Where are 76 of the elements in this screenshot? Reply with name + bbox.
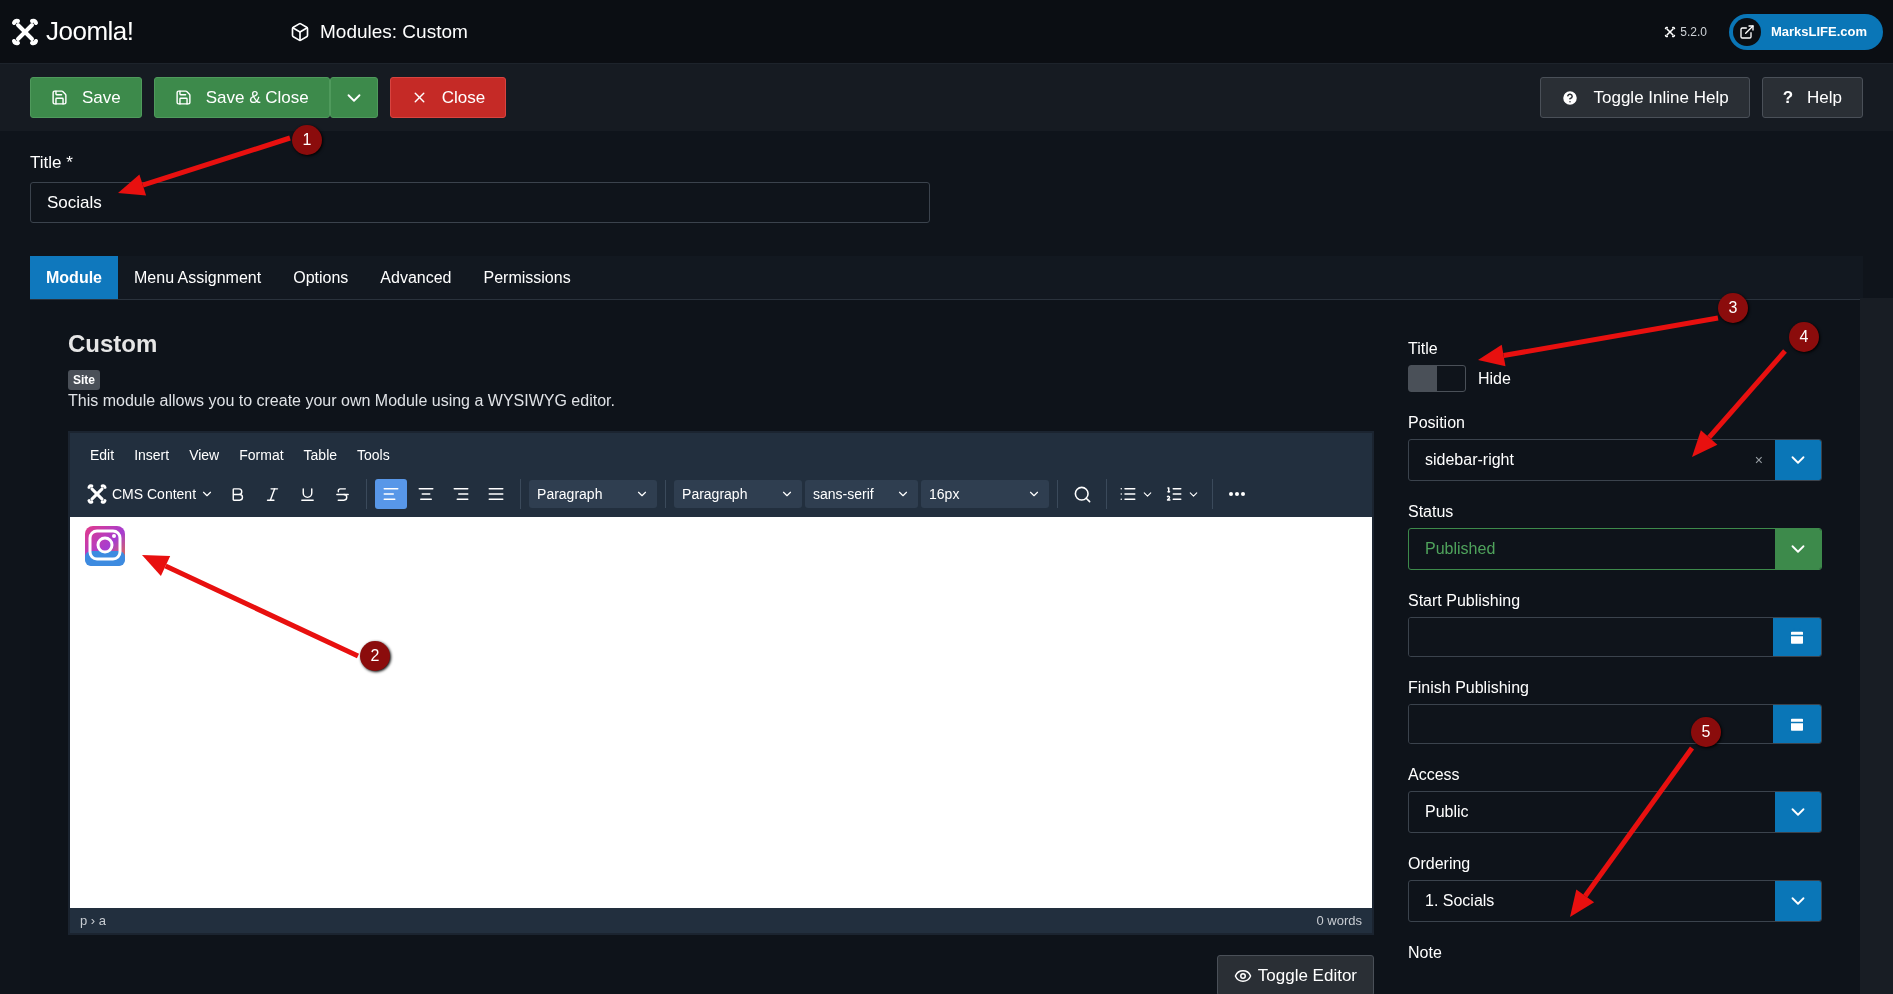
field-label: Access xyxy=(1408,766,1461,784)
step-marker: 1 xyxy=(292,125,322,155)
switch-label: Hide xyxy=(1478,369,1511,388)
word-count: 0 words xyxy=(1316,913,1362,928)
date-field[interactable] xyxy=(1408,704,1822,744)
format-select[interactable]: 16px xyxy=(921,480,1050,508)
field-label: Ordering xyxy=(1408,855,1472,873)
select-field[interactable]: Published xyxy=(1408,528,1822,570)
search-icon xyxy=(1072,484,1092,504)
menu-item[interactable]: Format xyxy=(231,443,292,467)
underline-icon xyxy=(298,485,316,503)
select-field[interactable]: 1. Socials xyxy=(1408,880,1822,922)
format-select[interactable]: sans-serif xyxy=(805,480,919,508)
toggle-editor-button[interactable]: Toggle Editor xyxy=(1216,955,1374,994)
help-button[interactable]: ? Help xyxy=(1761,77,1863,118)
align-justify-icon xyxy=(487,485,506,503)
module-heading: Custom xyxy=(68,330,159,358)
menu-item[interactable]: Insert xyxy=(126,443,178,467)
field-label: Start Publishing xyxy=(1408,592,1522,610)
date-field[interactable] xyxy=(1408,617,1822,657)
instagram-icon xyxy=(84,525,126,567)
save-icon xyxy=(51,89,68,106)
numbered-list-icon xyxy=(1165,485,1184,503)
field-label: Position xyxy=(1408,414,1466,432)
menu-item[interactable]: Tools xyxy=(349,443,398,467)
tab[interactable]: Permissions xyxy=(467,256,587,299)
field-label: Title xyxy=(1408,340,1439,358)
joomla-logo-icon xyxy=(1664,25,1677,38)
align-left-icon xyxy=(382,485,401,503)
toggle-switch[interactable] xyxy=(1408,365,1466,392)
element-path: p › a xyxy=(80,913,106,928)
align-right-icon xyxy=(452,485,471,503)
select-field[interactable]: Public xyxy=(1408,791,1822,833)
bullet-list-icon xyxy=(1119,485,1138,503)
save-icon xyxy=(174,89,192,106)
cms-content-button[interactable]: CMS Content xyxy=(82,479,219,509)
more-icon xyxy=(1229,492,1246,496)
tab[interactable]: Module xyxy=(30,256,118,299)
tab[interactable]: Advanced xyxy=(364,256,468,299)
module-description: This module allows you to create your own Module using a WYSIWYG editor. xyxy=(68,392,616,410)
menu-item[interactable]: Table xyxy=(295,443,346,467)
site-badge: Site xyxy=(68,370,100,390)
strike-icon xyxy=(333,485,351,503)
calendar-icon xyxy=(1788,715,1806,733)
save-close-button[interactable]: Save & Close xyxy=(153,77,330,118)
close-button[interactable]: Close xyxy=(389,77,507,118)
joomla-logo-icon xyxy=(10,16,40,47)
save-button[interactable]: Save xyxy=(30,77,142,118)
field-label: Finish Publishing xyxy=(1408,679,1530,697)
menu-item[interactable]: View xyxy=(181,443,228,467)
field-label: Status xyxy=(1408,503,1455,521)
calendar-icon xyxy=(1788,628,1806,646)
logo-text: Joomla! xyxy=(46,16,134,47)
format-select[interactable]: Paragraph xyxy=(674,480,803,508)
select-field[interactable]: sidebar-right × xyxy=(1408,439,1822,481)
site-link[interactable]: MarksLIFE.com xyxy=(1728,13,1883,50)
version-text: 5.2.0 xyxy=(1680,24,1707,39)
calendar-button[interactable] xyxy=(1773,618,1821,656)
title-field[interactable]: Socials xyxy=(30,182,930,223)
field-label: Note xyxy=(1408,944,1443,962)
menu-item[interactable]: Edit xyxy=(82,443,123,467)
calendar-button[interactable] xyxy=(1773,705,1821,743)
clear-button[interactable]: × xyxy=(1742,440,1775,480)
inline-help-button[interactable]: Toggle Inline Help xyxy=(1540,77,1750,118)
page-title: Modules: Custom xyxy=(320,20,468,43)
dropdown-toggle[interactable] xyxy=(329,77,378,118)
align-center-icon xyxy=(417,485,436,503)
help-icon xyxy=(1561,88,1580,107)
field-label: Title * xyxy=(30,153,74,173)
tab[interactable]: Menu Assignment xyxy=(118,256,278,299)
external-link-icon xyxy=(1738,23,1755,40)
cube-icon xyxy=(290,21,310,42)
joomla-logo-icon xyxy=(86,483,108,505)
align-left-button[interactable] xyxy=(375,479,408,509)
block-select[interactable]: Paragraph xyxy=(529,480,658,508)
tab[interactable]: Options xyxy=(277,256,365,299)
